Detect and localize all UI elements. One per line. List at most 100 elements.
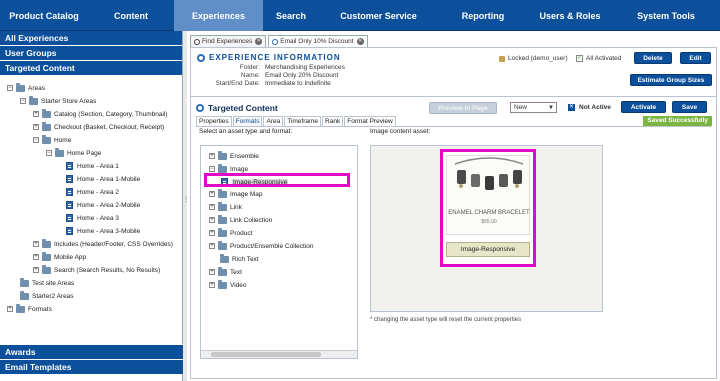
tree-item-search[interactable]: + Search (Search Results, No Results) <box>33 264 160 276</box>
tree-item-area3[interactable]: Home - Area 3 <box>66 212 119 224</box>
state-select[interactable]: New ▼ <box>510 102 557 113</box>
nav-customer-service[interactable]: Customer Service <box>319 0 438 31</box>
product-name: ENAMEL CHARM BRACELET <box>448 210 530 216</box>
nav-experiences[interactable]: Experiences <box>174 0 263 31</box>
expand-icon[interactable]: + <box>209 282 215 288</box>
page-icon <box>66 188 73 196</box>
tree-item-home[interactable]: − Home <box>33 134 71 146</box>
selection-highlight <box>204 173 350 187</box>
tab-format-preview[interactable]: Format Preview <box>344 116 396 126</box>
expand-icon[interactable]: + <box>209 230 215 236</box>
area-tree: − Areas − Starter Store Areas + Catalog (Se… <box>0 79 183 339</box>
edit-button[interactable]: Edit <box>680 52 711 64</box>
tree-item-area2[interactable]: Home - Area 2 <box>66 186 119 198</box>
nav-search[interactable]: Search <box>263 0 319 31</box>
sidebar-targeted-content[interactable]: Targeted Content <box>0 61 182 76</box>
tab-timeframe[interactable]: Timeframe <box>284 116 322 126</box>
sidebar-awards[interactable]: Awards <box>0 344 183 359</box>
folder-icon <box>218 266 227 276</box>
saved-badge: Saved Successfully <box>643 116 712 126</box>
expand-icon[interactable]: + <box>33 267 39 273</box>
nav-reporting[interactable]: Reporting <box>438 0 528 31</box>
expand-icon[interactable]: + <box>209 243 215 249</box>
activated-status: ✓ All Activated <box>576 55 622 62</box>
tree-item-home-page[interactable]: − Home Page <box>46 147 101 159</box>
tree-item-mobile-app[interactable]: + Mobile App <box>33 251 86 263</box>
tree-item-area2-mobile[interactable]: Home - Area 2-Mobile <box>66 199 140 211</box>
expand-icon[interactable]: + <box>209 204 215 210</box>
card-caption: Image-Responsive <box>446 242 530 257</box>
expand-icon[interactable]: + <box>209 153 215 159</box>
folder-icon <box>218 214 227 224</box>
tree-item-test-site[interactable]: Test site Areas <box>20 277 74 289</box>
tree-item-catalog[interactable]: + Catalog (Section, Category, Thumbnail) <box>33 108 168 120</box>
nav-users-roles[interactable]: Users & Roles <box>528 0 612 31</box>
activate-button[interactable]: Activate <box>621 101 666 113</box>
tree-item-includes[interactable]: + Includes (Header/Footer, CSS Overrides) <box>33 238 173 250</box>
chevron-down-icon: ▼ <box>548 105 554 111</box>
expand-icon[interactable]: + <box>209 269 215 275</box>
collapse-icon[interactable]: − <box>33 137 39 143</box>
estimate-group-sizes-button[interactable]: Estimate Group Sizes <box>630 74 712 86</box>
nav-content[interactable]: Content <box>88 0 174 31</box>
asset-product[interactable]: + Product <box>209 227 252 239</box>
asset-text[interactable]: + Text <box>209 266 242 278</box>
scrollbar-thumb[interactable] <box>211 352 321 357</box>
tab-area[interactable]: Area <box>263 116 284 126</box>
sidebar-user-groups[interactable]: User Groups <box>0 46 182 61</box>
tree-item-starter-store[interactable]: − Starter Store Areas <box>20 95 96 107</box>
tree-item-areas[interactable]: − Areas <box>7 82 45 94</box>
tab-formats[interactable]: Formats <box>232 116 263 126</box>
asset-link-collection[interactable]: + Link Collection <box>209 214 272 226</box>
expand-icon[interactable]: + <box>209 217 215 223</box>
preview-in-page-button[interactable]: Preview In Page <box>429 102 497 114</box>
horizontal-scrollbar[interactable] <box>201 350 357 358</box>
folder-icon <box>42 264 51 274</box>
asset-rich-text[interactable]: Rich Text <box>220 253 259 265</box>
asset-video[interactable]: + Video <box>209 279 247 291</box>
nav-system-tools[interactable]: System Tools <box>612 0 720 31</box>
tree-item-starter2[interactable]: Starter2 Areas <box>20 290 74 302</box>
asset-link[interactable]: + Link <box>209 201 242 213</box>
asset-image-map[interactable]: + Image Map <box>209 188 263 200</box>
nav-product-catalog[interactable]: Product Catalog <box>0 0 88 31</box>
delete-button[interactable]: Delete <box>634 52 672 64</box>
close-icon[interactable]: ✕ <box>255 38 263 45</box>
folder-icon <box>220 253 229 263</box>
asset-product-ensemble[interactable]: + Product/Ensemble Collection <box>209 240 313 252</box>
tree-item-area1-mobile[interactable]: Home - Area 1-Mobile <box>66 173 140 185</box>
collapse-icon[interactable]: − <box>7 85 13 91</box>
tree-item-area3-mobile[interactable]: Home - Area 3-Mobile <box>66 225 140 237</box>
page-icon <box>66 214 73 222</box>
expand-icon[interactable]: + <box>33 254 39 260</box>
page-icon <box>66 227 73 235</box>
not-active-toggle[interactable]: ✕ Not Active <box>568 104 611 111</box>
expand-icon[interactable]: + <box>33 124 39 130</box>
tab-rank[interactable]: Rank <box>322 116 344 126</box>
collapse-circle-icon[interactable] <box>197 53 205 62</box>
sidebar-email-templates[interactable]: Email Templates <box>0 359 183 374</box>
tree-item-formats[interactable]: + Formats <box>7 303 52 315</box>
close-icon[interactable]: ✕ <box>356 38 364 45</box>
tree-item-checkout[interactable]: + Checkout (Basket, Checkout, Receipt) <box>33 121 164 133</box>
collapse-circle-icon[interactable] <box>196 104 204 112</box>
checkbox-icon: ✓ <box>576 55 583 62</box>
expand-icon[interactable]: + <box>209 191 215 197</box>
collapse-icon[interactable]: − <box>20 98 26 104</box>
asset-ensemble[interactable]: + Ensemble <box>209 150 259 162</box>
expand-icon[interactable]: + <box>33 241 39 247</box>
folder-icon <box>218 279 227 289</box>
expand-icon[interactable]: + <box>7 306 13 312</box>
image-asset-card[interactable]: ENAMEL CHARM BRACELET $55.00 Image-Respo… <box>440 149 536 267</box>
content-subtabs: Properties Formats Area Timeframe Rank F… <box>196 116 397 126</box>
save-button[interactable]: Save <box>672 101 707 113</box>
collapse-icon[interactable]: − <box>209 166 215 172</box>
collapse-icon[interactable]: − <box>46 150 52 156</box>
tab-find-experiences[interactable]: Find Experiences ✕ <box>190 35 267 47</box>
tab-properties[interactable]: Properties <box>196 116 232 126</box>
tab-email-discount[interactable]: Email Only 10% Discount ✕ <box>268 35 368 47</box>
sidebar-all-experiences[interactable]: All Experiences <box>0 31 182 46</box>
tree-item-area1[interactable]: Home - Area 1 <box>66 160 119 172</box>
expand-icon[interactable]: + <box>33 111 39 117</box>
folder-icon <box>42 121 51 131</box>
